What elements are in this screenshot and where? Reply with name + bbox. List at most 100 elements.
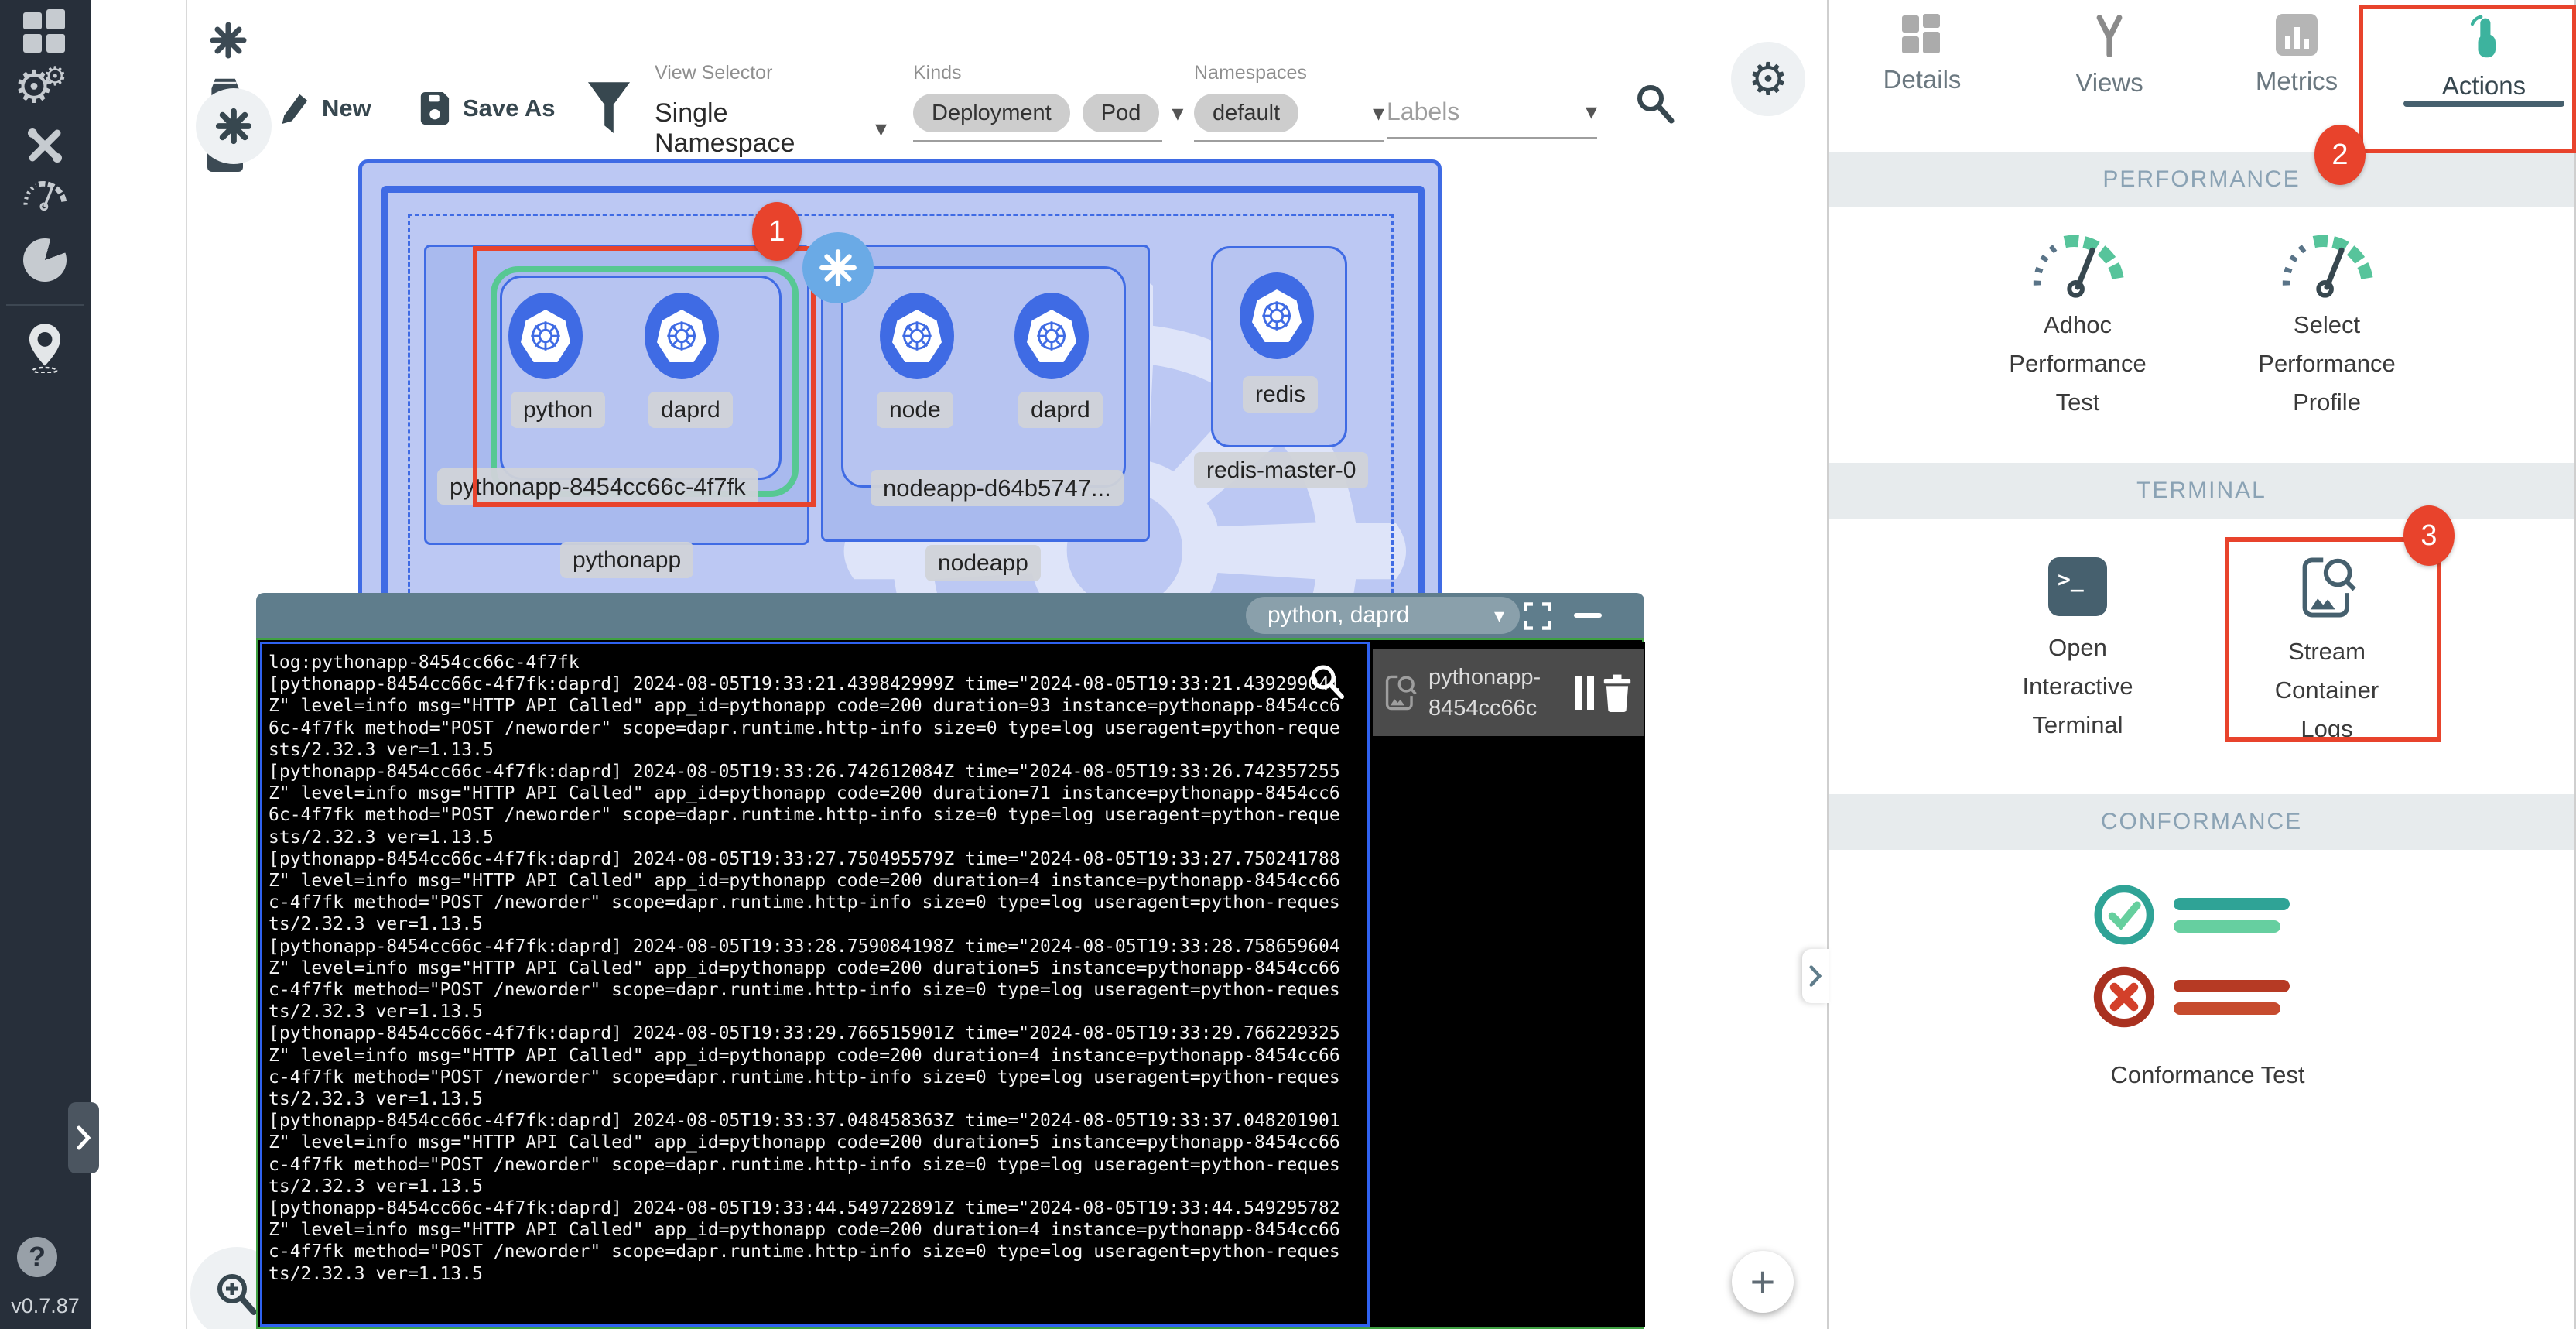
log-line: c-4f7fk method="POST /neworder" scope=da… bbox=[269, 1154, 1367, 1176]
container-label: node bbox=[877, 392, 953, 428]
log-line: [pythonapp-8454cc66c-4f7fk:daprd] 2024-0… bbox=[269, 936, 1367, 957]
action-label: Test bbox=[2056, 389, 2100, 416]
kanvas-pie-icon[interactable] bbox=[23, 238, 67, 282]
log-line: Z" level=info msg="HTTP API Called" app_… bbox=[269, 870, 1367, 892]
view-selector-field[interactable]: View Selector Single Namespace ▾ bbox=[655, 62, 887, 147]
section-header-terminal: TERMINAL bbox=[1829, 463, 2574, 519]
namespaces-field[interactable]: Namespaces default ▾ bbox=[1194, 62, 1384, 147]
namespace-chip-default[interactable]: default bbox=[1194, 94, 1298, 132]
log-line: sts/2.32.3 ver=1.13.5 bbox=[269, 827, 1367, 848]
location-pin-icon[interactable] bbox=[26, 322, 63, 377]
annotation-box-3 bbox=[2225, 537, 2441, 742]
kinds-field[interactable]: Kinds Deployment Pod ▾ bbox=[913, 62, 1162, 147]
log-line: [pythonapp-8454cc66c-4f7fk:daprd] 2024-0… bbox=[269, 848, 1367, 870]
log-line: ts/2.32.3 ver=1.13.5 bbox=[269, 913, 1367, 935]
terminal-header[interactable]: python, daprd ▾ bbox=[256, 593, 1644, 638]
chevron-right-icon bbox=[1808, 964, 1823, 988]
tools-icon[interactable] bbox=[23, 124, 67, 171]
log-line: ts/2.32.3 ver=1.13.5 bbox=[269, 1001, 1367, 1022]
plus-icon: + bbox=[1750, 1260, 1776, 1303]
log-line: Z" level=info msg="HTTP API Called" app_… bbox=[269, 1132, 1367, 1153]
view-selector-value: Single Namespace bbox=[655, 98, 875, 159]
panel-collapse-tab[interactable] bbox=[1802, 949, 1829, 1003]
settings-button[interactable]: ⚙ bbox=[1731, 42, 1805, 116]
log-line: [pythonapp-8454cc66c-4f7fk:daprd] 2024-0… bbox=[269, 1197, 1367, 1219]
group-label: nodeapp bbox=[925, 545, 1041, 581]
labels-field[interactable]: Labels ▾ bbox=[1387, 62, 1597, 147]
add-button[interactable]: + bbox=[1732, 1251, 1794, 1313]
annotation-badge-2: 2 bbox=[2314, 125, 2366, 185]
container-label: daprd bbox=[1018, 392, 1103, 428]
sidebar-expand-tab[interactable] bbox=[68, 1102, 99, 1173]
container-node[interactable] bbox=[880, 293, 954, 379]
x-circle-icon bbox=[2092, 964, 2157, 1029]
stream-list-pane: pythonapp- 8454cc66c bbox=[1371, 642, 1645, 1327]
log-line: Z" level=info msg="HTTP API Called" app_… bbox=[269, 957, 1367, 979]
delete-stream-button[interactable] bbox=[1600, 673, 1634, 712]
pod-nodeapp[interactable] bbox=[841, 266, 1126, 488]
kind-chip-deployment[interactable]: Deployment bbox=[913, 94, 1070, 132]
settings-gears-icon[interactable]: ⚙⚙ bbox=[14, 60, 77, 113]
save-as-button-label: Save As bbox=[463, 94, 556, 122]
dapr-pinwheel-icon bbox=[817, 247, 859, 289]
pause-stream-button[interactable] bbox=[1575, 676, 1594, 710]
terminal-icon: >_ bbox=[2048, 557, 2107, 616]
log-line: c-4f7fk method="POST /neworder" scope=da… bbox=[269, 1241, 1367, 1262]
tab-details[interactable]: Details bbox=[1829, 0, 2016, 116]
tab-views[interactable]: Views bbox=[2016, 0, 2203, 116]
log-line: 6c-4f7fk method="POST /neworder" scope=d… bbox=[269, 718, 1367, 739]
log-line: c-4f7fk method="POST /neworder" scope=da… bbox=[269, 979, 1367, 1001]
log-line: Z" level=info msg="HTTP API Called" app_… bbox=[269, 695, 1367, 717]
pinwheel-icon[interactable] bbox=[208, 20, 248, 64]
log-search-button[interactable] bbox=[1309, 663, 1346, 704]
kinds-label: Kinds bbox=[913, 62, 1162, 84]
stream-entry[interactable]: pythonapp- 8454cc66c bbox=[1373, 649, 1644, 736]
tab-label: Metrics bbox=[2256, 67, 2338, 96]
log-line: ts/2.32.3 ver=1.13.5 bbox=[269, 1263, 1367, 1285]
save-as-button[interactable]: Save As bbox=[418, 88, 556, 128]
right-panel: Details Views Metrics Actions PERFORMANC… bbox=[1827, 0, 2576, 1329]
stream-name-line2: 8454cc66c bbox=[1428, 693, 1575, 724]
filter-button[interactable] bbox=[587, 80, 631, 143]
kubernetes-wheel-icon bbox=[900, 319, 934, 353]
container-selector-dropdown[interactable]: python, daprd ▾ bbox=[1246, 597, 1520, 634]
log-line: ts/2.32.3 ver=1.13.5 bbox=[269, 1176, 1367, 1197]
log-pane[interactable]: log:pythonapp-8454cc66c-4f7fk[pythonapp-… bbox=[260, 642, 1370, 1327]
terminal-minimize-button[interactable] bbox=[1574, 613, 1602, 618]
conformance-test-action[interactable]: Conformance Test bbox=[2092, 882, 2324, 1094]
funnel-icon bbox=[587, 80, 631, 139]
dashboard-icon[interactable] bbox=[23, 9, 67, 53]
app-menu-button[interactable] bbox=[196, 88, 272, 164]
gear-icon: ⚙ bbox=[1748, 53, 1788, 105]
annotation-badge-3: 3 bbox=[2403, 505, 2455, 566]
chevron-down-icon: ▾ bbox=[1172, 100, 1183, 127]
action-label: Terminal bbox=[2032, 711, 2123, 738]
view-selector-label: View Selector bbox=[655, 62, 887, 84]
log-line: c-4f7fk method="POST /neworder" scope=da… bbox=[269, 1067, 1367, 1088]
log-line: ts/2.32.3 ver=1.13.5 bbox=[269, 1088, 1367, 1110]
open-interactive-terminal-action[interactable]: >_ Open InteractiveTerminal bbox=[2008, 557, 2147, 745]
performance-gauge-icon[interactable] bbox=[19, 175, 71, 218]
tab-label: Details bbox=[1883, 65, 1962, 94]
log-line: Z" level=info msg="HTTP API Called" app_… bbox=[269, 783, 1367, 804]
log-line: [pythonapp-8454cc66c-4f7fk:daprd] 2024-0… bbox=[269, 1022, 1367, 1044]
search-button[interactable] bbox=[1634, 82, 1676, 128]
views-icon bbox=[2088, 14, 2131, 57]
adhoc-performance-test-action[interactable]: Adhoc PerformanceTest bbox=[2008, 224, 2147, 422]
zoom-in-icon bbox=[212, 1269, 262, 1318]
container-daprd2[interactable] bbox=[1014, 293, 1089, 379]
kind-chip-pod[interactable]: Pod bbox=[1083, 94, 1160, 132]
new-button[interactable]: New bbox=[279, 88, 371, 128]
annotation-box-1 bbox=[473, 246, 816, 507]
labels-placeholder: Labels bbox=[1387, 98, 1459, 126]
container-redis[interactable] bbox=[1240, 272, 1314, 359]
stream-logs-icon bbox=[1382, 673, 1418, 713]
pod-label: redis-master-0 bbox=[1194, 452, 1368, 488]
terminal-fullscreen-button[interactable] bbox=[1523, 601, 1552, 635]
help-icon[interactable]: ? bbox=[17, 1237, 57, 1277]
save-icon bbox=[418, 91, 450, 126]
select-performance-profile-action[interactable]: Select Performance Profile bbox=[2257, 224, 2396, 422]
sidebar-divider bbox=[6, 304, 84, 306]
action-label: Select Performance bbox=[2258, 311, 2395, 377]
action-label: Profile bbox=[2293, 389, 2361, 416]
